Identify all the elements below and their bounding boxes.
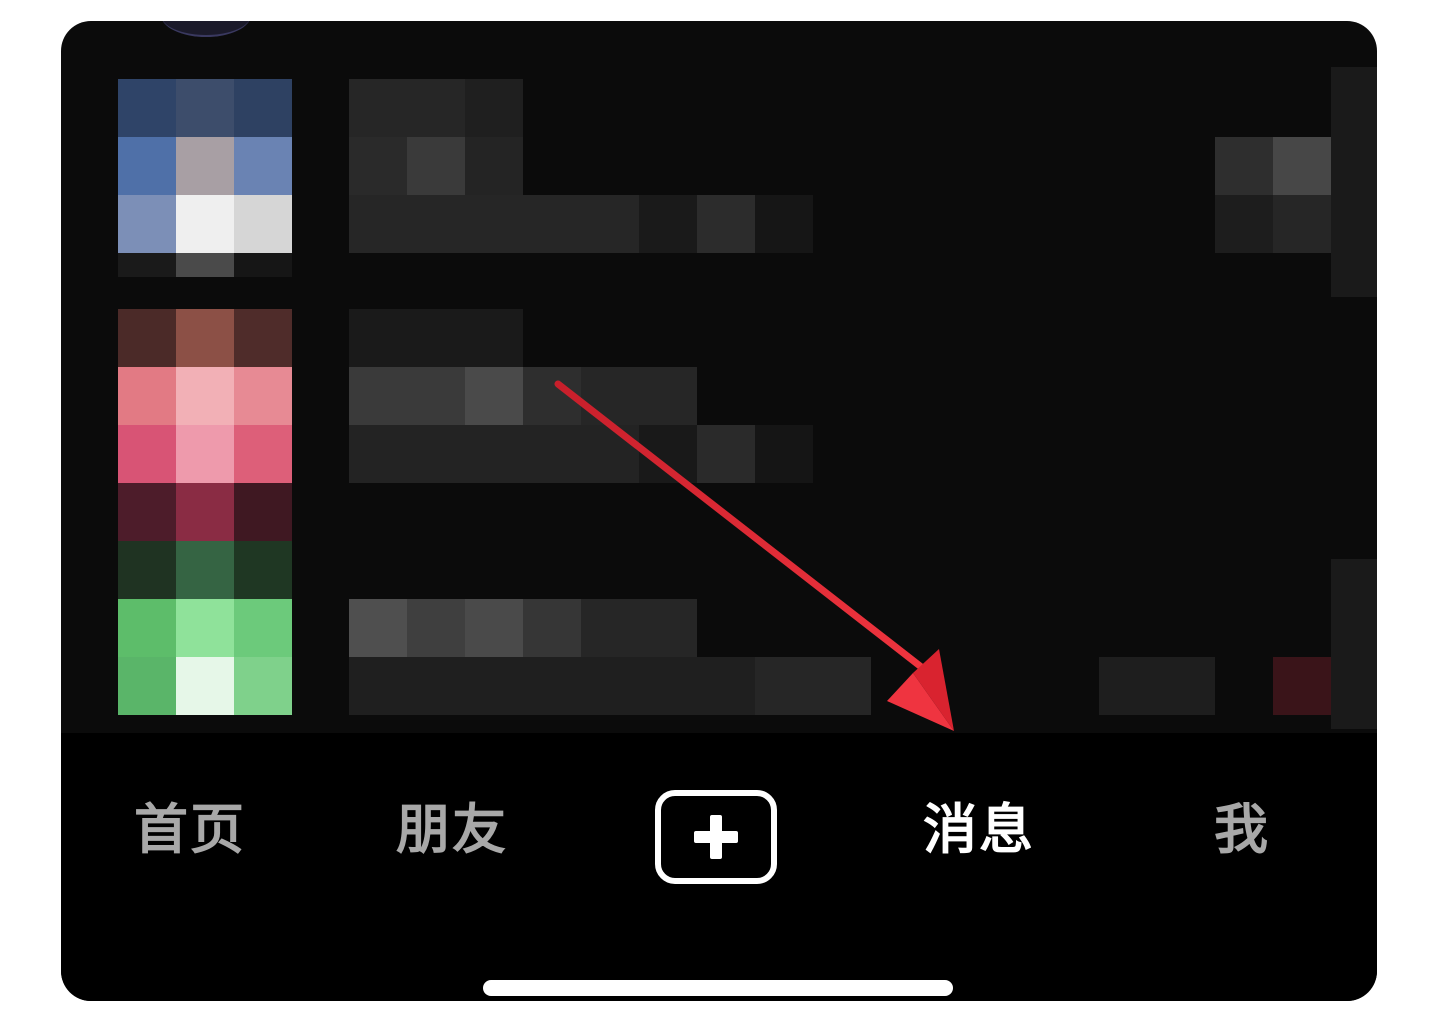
conversation-item-1[interactable] <box>61 67 1377 309</box>
tab-me[interactable]: 我 <box>1214 795 1270 865</box>
conversation-preview-blur-2 <box>639 195 697 253</box>
conversation-name-blur <box>349 309 523 367</box>
conversation-name-blur-4 <box>523 367 581 425</box>
create-button[interactable] <box>655 790 777 884</box>
tab-home[interactable]: 首页 <box>134 795 246 865</box>
home-indicator[interactable] <box>483 980 953 996</box>
conversation-name-blur-3 <box>349 137 407 195</box>
tab-messages[interactable]: 消息 <box>923 795 1035 865</box>
conversation-preview-blur-2 <box>755 657 871 715</box>
conversation-name-blur-3 <box>465 367 523 425</box>
conversation-name-blur-4 <box>407 137 465 195</box>
avatar-2 <box>118 309 292 483</box>
conversation-name-blur-4 <box>523 599 581 657</box>
conversation-time-blur-3 <box>1215 195 1273 253</box>
conversation-time-blur-4 <box>1273 195 1331 253</box>
tab-friends[interactable]: 朋友 <box>396 795 508 865</box>
conversation-name-blur-2 <box>349 367 465 425</box>
phone-screen: 首页 朋友 消息 我 <box>61 21 1377 1001</box>
conversation-name-blur-5 <box>581 599 697 657</box>
avatar-1-bleed <box>118 253 292 277</box>
conversation-preview-blur <box>349 657 755 715</box>
avatar-2-bleed <box>118 483 292 541</box>
avatar-3 <box>118 541 292 715</box>
conversation-time-blur-2 <box>1273 137 1331 195</box>
conversation-preview-blur <box>349 425 639 483</box>
conversation-item-2[interactable] <box>61 309 1377 729</box>
conversation-name-blur <box>349 599 407 657</box>
conversation-name-blur <box>349 79 465 137</box>
conversation-preview-blur-3 <box>697 425 755 483</box>
conversation-time-blur <box>1215 137 1273 195</box>
bottom-tab-bar: 首页 朋友 消息 我 <box>61 733 1377 1001</box>
conversation-name-blur-5 <box>465 137 523 195</box>
conversation-name-blur-5 <box>581 367 697 425</box>
conversation-name-blur-2 <box>465 79 523 137</box>
avatar-1 <box>118 79 292 253</box>
conversation-preview-blur <box>349 195 639 253</box>
conversation-preview-blur-3 <box>697 195 755 253</box>
plus-icon <box>694 815 738 859</box>
edge-blur-1 <box>1331 67 1377 297</box>
conversation-preview-blur-4 <box>755 425 813 483</box>
conversation-name-blur-2 <box>407 599 465 657</box>
conversation-preview-blur-3 <box>1099 657 1215 715</box>
conversation-preview-blur-2 <box>639 425 697 483</box>
message-list <box>61 21 1377 731</box>
conversation-name-blur-3 <box>465 599 523 657</box>
conversation-preview-blur-4 <box>1273 657 1331 715</box>
conversation-preview-blur-4 <box>755 195 813 253</box>
